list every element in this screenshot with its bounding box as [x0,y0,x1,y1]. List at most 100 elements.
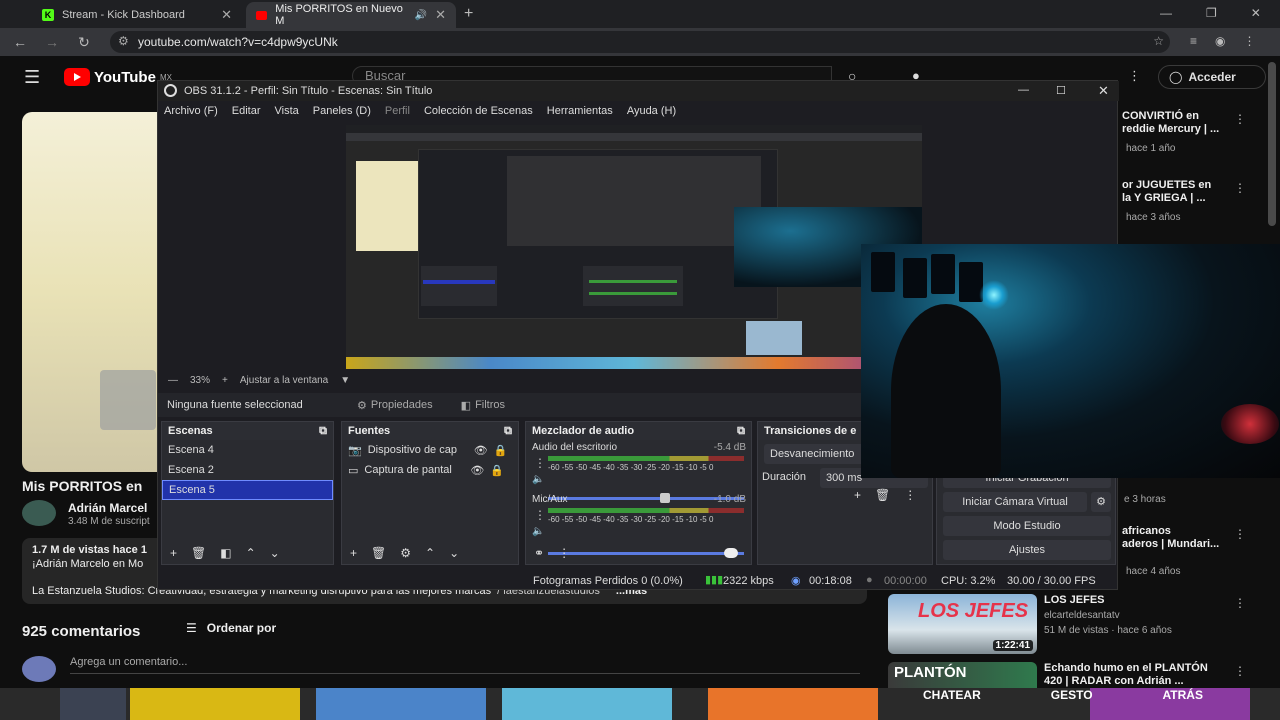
menu-tools[interactable]: Herramientas [547,105,613,117]
start-virtual-camera-button[interactable]: Iniciar Cámara Virtual [943,492,1087,512]
tab-label: Stream - Kick Dashboard [62,9,185,21]
menu-dots-icon[interactable]: ⋮ [558,546,570,560]
scene-item[interactable]: Escena 2 [162,460,333,480]
site-info-icon[interactable]: ⚙ [118,34,129,48]
close-window-icon[interactable]: ✕ [1251,6,1261,20]
source-item[interactable]: ▭ Captura de pantal 👁 🔒 [342,460,518,480]
profile-icon[interactable]: ◉ [1215,34,1225,48]
settings-button[interactable]: Ajustes [943,540,1111,560]
dock-float-icon[interactable]: ⧉ [319,425,327,438]
menu-view[interactable]: Vista [275,105,299,117]
sidebar-video[interactable]: LOS JEFES elcarteldesantatv 51 M de vist… [1044,594,1172,637]
channel-name[interactable]: Adrián Marcel [68,501,147,515]
sidebar-video[interactable]: Echando humo en el PLANTÓN 420 | RADAR c… [1044,662,1208,688]
thumbnail-art: PLANTÓN [894,664,967,681]
scrollbar-thumb[interactable] [1268,62,1276,226]
sidebar-video[interactable]: africanos aderos | Mundari... hace 4 año… [1122,525,1219,578]
scene-item-selected[interactable]: Escena 5 [162,480,333,500]
tab-kick-dashboard[interactable]: K Stream - Kick Dashboard ✕ [32,2,242,28]
link-icon[interactable]: ⚭ [534,546,544,560]
nested-video [356,161,418,251]
dock-float-icon[interactable]: ⧉ [737,425,745,438]
menu-help[interactable]: Ayuda (H) [627,105,676,117]
trash-icon[interactable]: 🗑 [191,546,206,560]
eye-icon[interactable]: 👁 [470,464,484,477]
gear-icon[interactable]: ⚙ [400,546,411,560]
no-source-selected-label: Ninguna fuente seleccionad [167,399,303,411]
media-controls-icon[interactable]: ≡ [1190,34,1197,48]
more-options-icon[interactable]: ⋮ [1234,527,1246,541]
studio-mode-button[interactable]: Modo Estudio [943,516,1111,536]
sidebar-video[interactable]: CONVIRTIÓ en reddie Mercury | ... hace 1… [1122,110,1219,155]
chevron-up-icon[interactable]: ⌃ [425,546,435,560]
menu-dots-icon[interactable]: ⋮ [1244,34,1256,48]
maximize-icon[interactable]: ☐ [1056,84,1066,97]
scenes-dock: Escenas ⧉ Escena 4 Escena 2 Escena 5 + 🗑 … [161,421,334,565]
source-item[interactable]: 📷 Dispositivo de cap 👁 🔒 [342,440,518,460]
properties-button[interactable]: ⚙ Propiedades [357,399,433,412]
add-icon[interactable]: + [350,546,357,560]
scene-item[interactable]: Escena 4 [162,440,333,460]
lock-icon[interactable]: 🔒 [494,444,508,457]
nested-obs-window [418,149,778,319]
sidebar-video[interactable]: e 3 horas [1124,493,1166,506]
speaker-icon[interactable]: 🔈 [532,526,544,537]
more-options-icon[interactable]: ⋮ [1234,596,1246,610]
thumbnail-planton[interactable]: PLANTÓN [888,662,1037,688]
back-arrow-icon[interactable]: ← [10,34,30,50]
new-tab-button[interactable]: + [464,5,473,23]
menu-docks[interactable]: Paneles (D) [313,105,371,117]
forward-arrow-icon[interactable]: → [42,34,62,50]
close-icon[interactable]: ✕ [221,7,232,23]
channel-menu-icon[interactable]: ⋮ [534,456,546,470]
sidebar-video[interactable]: or JUGUETES en la Y GRIEGA | ... hace 3 … [1122,179,1211,224]
more-options-icon[interactable]: ⋮ [1234,664,1246,678]
add-icon[interactable]: + [854,488,861,502]
lock-icon[interactable]: 🔒 [490,464,504,477]
more-options-icon[interactable]: ⋮ [1234,181,1246,195]
chevron-down-icon[interactable]: ⌄ [270,546,280,560]
close-icon[interactable]: ✕ [1098,83,1109,99]
youtube-logo[interactable]: YouTube MX [64,68,172,86]
reload-icon[interactable]: ↻ [74,34,94,51]
thumbnail-los-jefes[interactable]: LOS JEFES 1:22:41 [888,594,1037,654]
close-icon[interactable]: ✕ [435,7,446,23]
chevron-down-icon[interactable]: ⌄ [449,546,459,560]
maximize-icon[interactable]: ❐ [1206,6,1217,20]
speaker-icon[interactable]: 🔈 [532,474,544,485]
trash-icon[interactable]: 🗑 [371,546,386,560]
add-comment-input[interactable]: Agrega un comentario... [70,656,860,674]
trash-icon[interactable]: 🗑 [875,488,890,502]
dock-float-icon[interactable]: ⧉ [504,425,512,438]
channel-menu-icon[interactable]: ⋮ [534,508,546,522]
eye-icon[interactable]: 👁 [474,444,488,457]
add-icon[interactable]: + [170,546,177,560]
volume-knob[interactable] [724,548,738,558]
bookmark-star-icon[interactable]: ☆ [1153,34,1164,48]
minimize-icon[interactable]: — [1160,6,1172,20]
fit-to-window-label[interactable]: Ajustar a la ventana [240,375,328,386]
filter-icon[interactable]: ◧ [220,546,231,560]
obs-preview-canvas[interactable] [346,125,922,369]
filters-button[interactable]: ◧ Filtros [461,399,505,412]
minimize-icon[interactable]: — [1018,84,1029,96]
tab-youtube-video[interactable]: Mis PORRITOS en Nuevo M 🔊 ✕ [246,2,456,28]
menu-edit[interactable]: Editar [232,105,261,117]
sort-comments-button[interactable]: ☰ Ordenar por [186,621,276,635]
hamburger-menu-icon[interactable]: ☰ [24,67,40,88]
zoom-in-icon[interactable]: + [222,375,228,386]
speaker-icon[interactable]: 🔊 [415,10,427,21]
menu-profile[interactable]: Perfil [385,105,410,117]
chevron-up-icon[interactable]: ⌃ [246,546,256,560]
zoom-out-icon[interactable]: — [168,375,178,386]
channel-avatar[interactable] [22,500,56,526]
url-field[interactable]: ⚙ youtube.com/watch?v=c4dpw9ycUNk ☆ [110,31,1170,53]
signin-button[interactable]: ◯ Acceder [1158,65,1266,89]
gear-icon[interactable]: ⚙ [1091,492,1111,512]
chevron-down-icon[interactable]: ▼ [340,375,350,386]
more-options-icon[interactable]: ⋮ [1128,68,1141,84]
menu-file[interactable]: Archivo (F) [164,105,218,117]
more-options-icon[interactable]: ⋮ [1234,112,1246,126]
menu-scene-collection[interactable]: Colección de Escenas [424,105,533,117]
menu-dots-icon[interactable]: ⋮ [904,488,916,502]
